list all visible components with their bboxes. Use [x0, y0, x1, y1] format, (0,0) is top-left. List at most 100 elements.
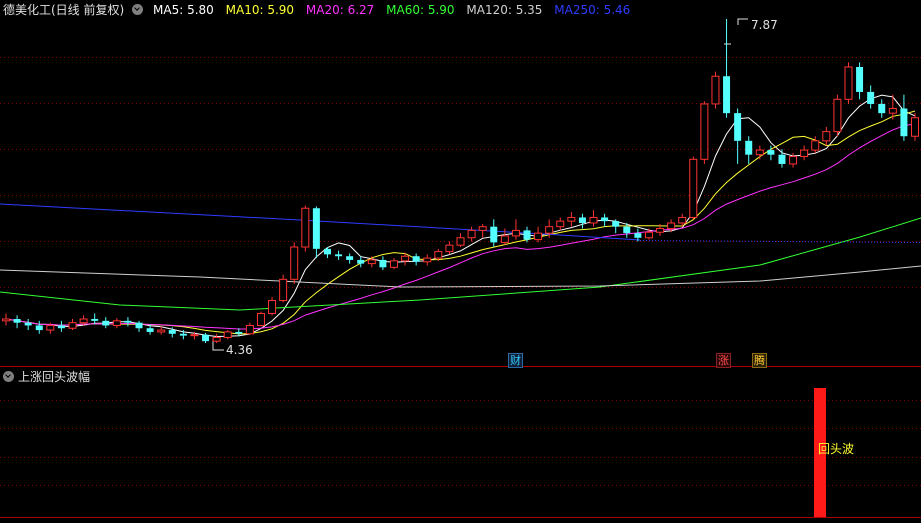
- chevron-down-icon[interactable]: [3, 371, 14, 382]
- ma120-line: [0, 265, 921, 288]
- sub-panel-header: 上涨回头波幅: [0, 369, 90, 385]
- candle-body-up: [223, 331, 232, 338]
- ma10-line: [5, 110, 916, 335]
- candle-body-up: [644, 231, 653, 239]
- candle-body-up: [545, 226, 554, 234]
- ma20-line: [5, 123, 916, 330]
- candle-body-down: [124, 320, 132, 323]
- candle-body-down: [323, 248, 331, 255]
- candle-body-up: [157, 329, 166, 333]
- candle-body-up: [456, 237, 465, 246]
- kline-chart[interactable]: [0, 0, 921, 523]
- candle-body-up: [367, 259, 376, 265]
- candle-body-up: [534, 232, 543, 241]
- ma120-value: MA120: 5.35: [466, 3, 543, 17]
- candle-body-down: [412, 256, 420, 262]
- candle-body-up: [279, 278, 288, 302]
- candle-body-up: [833, 98, 842, 133]
- retrace-bar-label: 回头波: [818, 442, 855, 456]
- candle-body-up: [844, 66, 853, 100]
- candle-body-down: [578, 217, 586, 223]
- candle-body-down: [24, 322, 32, 326]
- candle-body-up: [711, 75, 720, 105]
- candle-body-up: [656, 228, 665, 233]
- candle-body-up: [589, 216, 598, 224]
- candle-body-up: [556, 220, 565, 228]
- candle-body-up: [301, 207, 310, 248]
- high-price-label: 7.87: [751, 18, 778, 32]
- ma20-value: MA20: 6.27: [305, 3, 375, 17]
- limit-up-badge[interactable]: 涨: [716, 353, 731, 368]
- candle-body-down: [634, 233, 642, 238]
- candle-body-down: [878, 103, 886, 114]
- candle-body-up: [46, 324, 55, 331]
- candle-body-down: [235, 331, 243, 334]
- candle-body-up: [888, 108, 897, 114]
- candle-body-down: [778, 154, 786, 164]
- candle-body-down: [335, 254, 343, 257]
- candle-body-up: [511, 229, 520, 237]
- candle-body-up: [689, 158, 698, 218]
- candle-body-up: [68, 322, 77, 329]
- candle-body-up: [822, 131, 831, 142]
- candle-body-down: [102, 320, 110, 326]
- candlesticks[interactable]: [2, 19, 919, 343]
- candle-body-up: [212, 336, 221, 342]
- stock-title[interactable]: 德美化工(日线 前复权): [3, 3, 124, 17]
- candle-body-down: [91, 319, 99, 321]
- chevron-down-icon[interactable]: [132, 4, 144, 15]
- candle-body-down: [57, 325, 65, 329]
- candle-body-up: [256, 312, 265, 326]
- ma10-value: MA10: 5.90: [225, 3, 295, 17]
- candle-body-down: [135, 322, 143, 329]
- candle-body-down: [168, 330, 176, 334]
- candle-body-up: [478, 226, 487, 231]
- candle-body-up: [79, 318, 88, 324]
- candle-body-up: [190, 334, 199, 337]
- candle-body-down: [867, 91, 875, 104]
- candle-body-down: [202, 334, 210, 342]
- candle-body-down: [146, 328, 154, 332]
- candle-body-up: [567, 216, 576, 222]
- candle-body-down: [856, 67, 864, 92]
- candle-body-up: [268, 300, 277, 314]
- finance-event-badge[interactable]: 财: [508, 353, 523, 368]
- candle-body-up: [389, 260, 398, 268]
- candle-body-up: [667, 222, 676, 230]
- ma5-value: MA5: 5.80: [153, 3, 214, 17]
- moving-average-lines: [0, 18, 921, 351]
- indicator-bar: 德美化工(日线 前复权) MA5: 5.80 MA10: 5.90 MA20: …: [0, 0, 921, 20]
- candle-body-down: [734, 113, 742, 141]
- candle-body-down: [13, 319, 21, 323]
- candle-body-up: [423, 257, 432, 263]
- candle-body-up: [2, 318, 10, 322]
- candle-body-up: [401, 255, 410, 262]
- candle-body-up: [290, 246, 299, 280]
- candle-body-down: [601, 217, 609, 222]
- candle-body-down: [767, 150, 775, 155]
- candle-body-up: [700, 103, 709, 160]
- candle-body-down: [490, 226, 498, 243]
- candle-body-down: [312, 208, 320, 249]
- sub-panel-title[interactable]: 上涨回头波幅: [18, 370, 90, 384]
- candle-body-down: [623, 226, 631, 234]
- candle-body-up: [467, 229, 476, 239]
- ma60-value: MA60: 5.90: [386, 3, 455, 17]
- candle-body-up: [755, 149, 764, 156]
- candle-body-down: [357, 259, 365, 264]
- candle-body-down: [179, 333, 187, 336]
- candle-body-down: [35, 325, 43, 331]
- low-price-label: 4.36: [226, 343, 253, 357]
- candle-body-up: [245, 324, 254, 335]
- candle-body-down: [723, 76, 731, 114]
- teng-event-badge[interactable]: 腾: [752, 353, 767, 368]
- grid-lines: [0, 57, 921, 518]
- candle-body-up: [911, 117, 919, 137]
- candle-body-down: [523, 230, 531, 240]
- ma5-line: [5, 94, 916, 338]
- candle-body-down: [900, 108, 908, 137]
- candle-body-up: [811, 140, 820, 151]
- candle-body-up: [789, 156, 798, 165]
- ma250-value: MA250: 5.46: [554, 3, 631, 17]
- candle-body-up: [434, 251, 443, 259]
